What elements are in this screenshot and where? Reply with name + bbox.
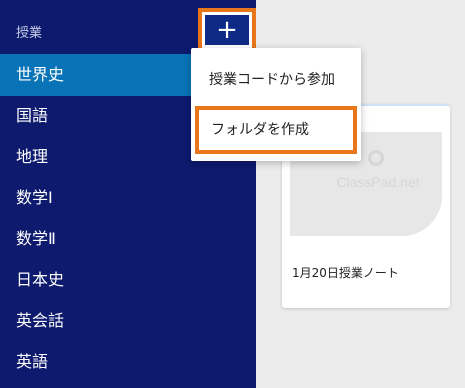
add-dropdown-menu: 授業コードから参加 フォルダを作成 — [191, 48, 361, 161]
sidebar-item-math-1[interactable]: 数学Ⅰ — [0, 177, 256, 219]
menu-item-create-folder[interactable]: フォルダを作成 — [195, 106, 357, 154]
menu-item-join-by-code[interactable]: 授業コードから参加 — [191, 56, 361, 104]
sidebar-item-english-conversation[interactable]: 英会話 — [0, 300, 256, 342]
sidebar-item-japanese-history[interactable]: 日本史 — [0, 259, 256, 301]
sidebar-header: 授業 — [16, 26, 43, 41]
add-button[interactable]: + — [205, 15, 249, 45]
classpad-logo-icon — [368, 150, 384, 166]
sidebar-item-math-2[interactable]: 数学Ⅱ — [0, 218, 256, 260]
note-title[interactable]: 1月20日授業ノート — [292, 264, 399, 281]
sidebar-item-english[interactable]: 英語 — [0, 341, 256, 383]
watermark-text: ClassPad.net — [336, 174, 420, 190]
plus-icon: + — [216, 15, 238, 45]
add-button-highlight[interactable]: + — [198, 8, 256, 52]
